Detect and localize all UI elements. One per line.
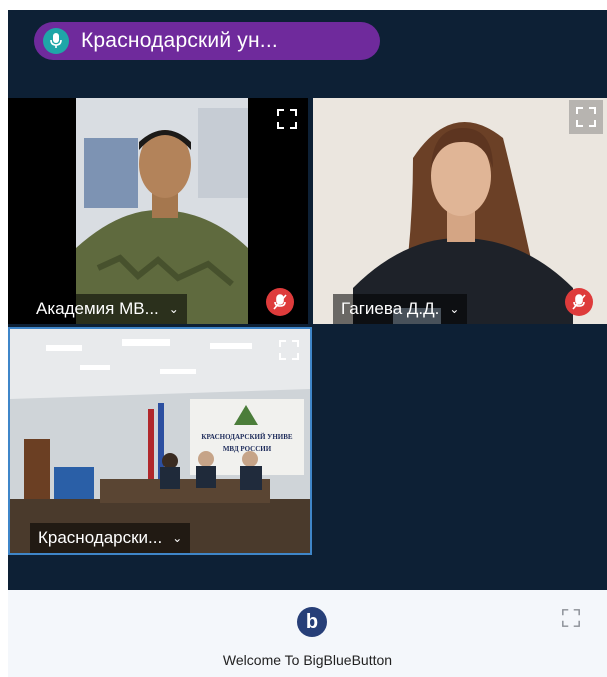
participant-name: Гагиева Д.Д. xyxy=(341,299,440,318)
chevron-down-icon: ⌄ xyxy=(168,302,179,316)
video-feed-woman xyxy=(313,98,607,324)
room-sign-line1: КРАСНОДАРСКИЙ УНИВЕ xyxy=(201,433,292,441)
participant-name: Академия МВ... xyxy=(36,299,159,318)
video-tile-conference-room[interactable]: КРАСНОДАРСКИЙ УНИВЕ МВД РОССИИ Краснодар… xyxy=(8,327,312,555)
video-feed-soldier xyxy=(8,98,308,324)
video-tile-gagieva[interactable]: Гагиева Д.Д. ⌄ xyxy=(313,98,607,324)
chevron-down-icon: ⌄ xyxy=(449,302,460,316)
muted-mic-icon xyxy=(266,288,294,316)
chevron-down-icon: ⌄ xyxy=(172,531,183,545)
microphone-icon xyxy=(43,28,69,54)
muted-mic-icon xyxy=(565,288,593,316)
video-feed-conference-room: КРАСНОДАРСКИЙ УНИВЕ МВД РОССИИ xyxy=(10,329,310,553)
welcome-text: Welcome To BigBlueButton xyxy=(222,652,393,668)
video-tile-academy[interactable]: Академия МВ... ⌄ xyxy=(8,98,308,324)
participant-name: Краснодарски... xyxy=(38,528,163,547)
participant-name-tag[interactable]: Академия МВ... ⌄ xyxy=(28,294,187,324)
participant-name-tag[interactable]: Краснодарски... ⌄ xyxy=(30,523,191,553)
bigbluebutton-logo: b xyxy=(297,607,327,637)
expand-icon[interactable] xyxy=(274,335,304,365)
talking-indicator[interactable]: Краснодарский ун... xyxy=(34,22,380,60)
talking-user-name: Краснодарский ун... xyxy=(81,29,278,52)
expand-icon[interactable] xyxy=(272,104,302,134)
participant-name-tag[interactable]: Гагиева Д.Д. ⌄ xyxy=(333,294,468,324)
expand-icon[interactable] xyxy=(569,100,603,134)
presentation-area: b Welcome To BigBlueButton xyxy=(8,590,607,677)
expand-icon[interactable] xyxy=(561,608,581,628)
conference-window: Краснодарский ун... Академия МВ... ⌄ Гаг… xyxy=(8,10,607,590)
